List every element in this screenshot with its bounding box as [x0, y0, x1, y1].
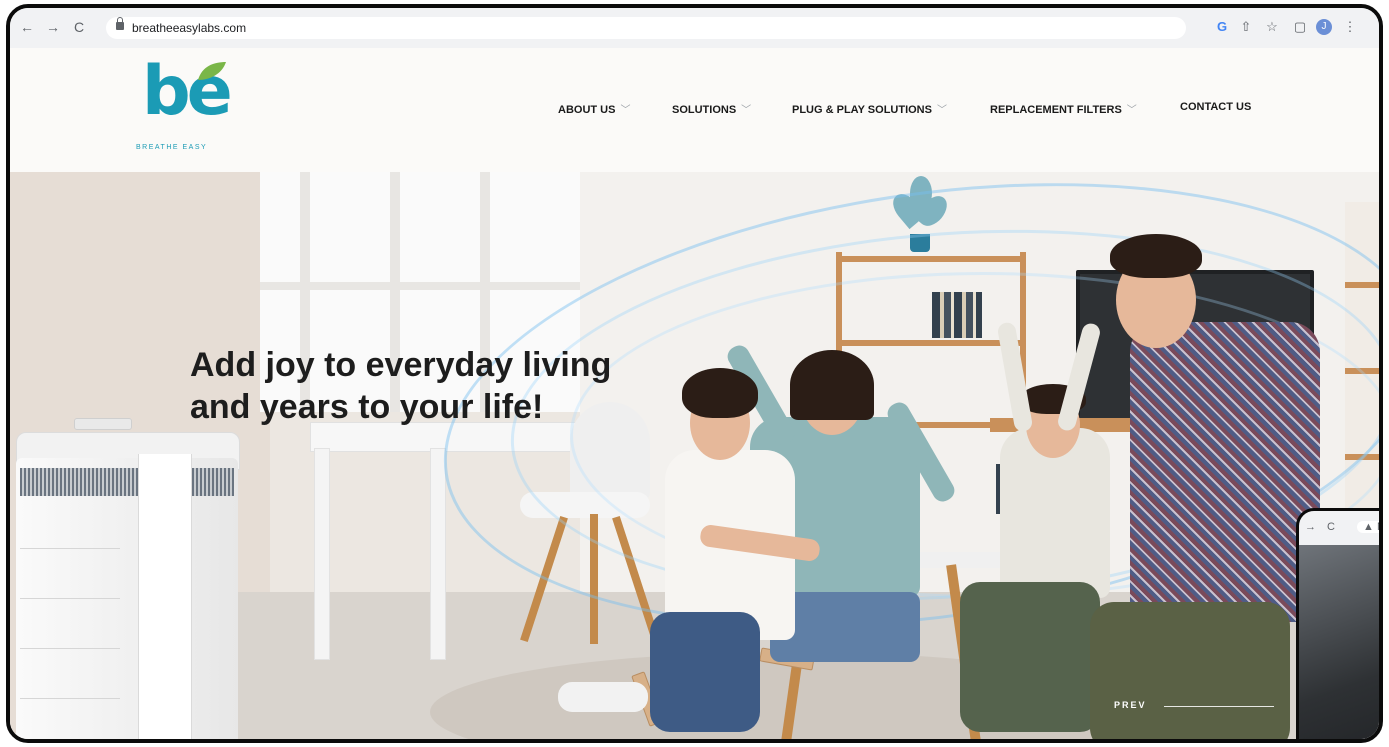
- bookmark-star-icon[interactable]: ☆: [1264, 19, 1280, 35]
- inset-screenshot: → C ▲ N: [1296, 508, 1379, 739]
- back-arrow-icon[interactable]: ←: [18, 18, 36, 36]
- inset-browser-bar: → C ▲ N: [1299, 511, 1379, 545]
- hero-headline-line1: Add joy to everyday living: [190, 346, 612, 384]
- nav-label: ABOUT US: [558, 104, 616, 116]
- address-bar[interactable]: breatheeasylabs.com: [106, 17, 1186, 39]
- air-purifier-product: [16, 418, 240, 739]
- browser-toolbar: ← → C breatheeasylabs.com G ⇧ ☆ ▢ J ⋮: [10, 8, 1379, 49]
- hero-banner: Add joy to everyday living and years to …: [10, 172, 1379, 739]
- leaf-icon: [198, 62, 226, 80]
- menu-kebab-icon[interactable]: ⋮: [1342, 19, 1358, 35]
- slider-prev-button[interactable]: PREV: [1114, 700, 1147, 710]
- inset-reload-icon: C: [1327, 521, 1335, 533]
- browser-frame: ← → C breatheeasylabs.com G ⇧ ☆ ▢ J ⋮ be…: [6, 4, 1383, 743]
- nav-item-about-us[interactable]: ABOUT US ﹀: [558, 101, 630, 116]
- forward-arrow-icon[interactable]: →: [44, 18, 62, 36]
- share-icon[interactable]: ⇧: [1238, 19, 1254, 35]
- logo-tagline: BREATHE EASY: [136, 144, 208, 151]
- side-panel-icon[interactable]: ▢: [1292, 19, 1308, 35]
- nav-label: PLUG & PLAY SOLUTIONS: [792, 104, 932, 116]
- profile-avatar-icon[interactable]: J: [1316, 19, 1332, 35]
- nav-item-replacement-filters[interactable]: REPLACEMENT FILTERS ﹀: [990, 101, 1137, 116]
- nav-label: SOLUTIONS: [672, 104, 737, 116]
- purifier-control: [74, 418, 132, 430]
- slider-progress-line: [1164, 706, 1274, 707]
- desk-leg: [314, 448, 330, 660]
- inset-address: ▲ N: [1357, 521, 1379, 533]
- site-header: be BREATHE EASY ABOUT US ﹀ SOLUTIONS ﹀ PLU…: [10, 48, 1379, 172]
- inset-arrow-icon: →: [1305, 521, 1316, 533]
- chevron-down-icon: ﹀: [620, 105, 631, 116]
- nav-item-plug-play-solutions[interactable]: PLUG & PLAY SOLUTIONS ﹀: [792, 101, 947, 116]
- nav-label: REPLACEMENT FILTERS: [990, 104, 1122, 116]
- hero-headline: Add joy to everyday living and years to …: [190, 344, 611, 428]
- google-icon[interactable]: G: [1214, 19, 1230, 35]
- chevron-down-icon: ﹀: [741, 105, 752, 116]
- desk-leg: [430, 448, 446, 660]
- chevron-down-icon: ﹀: [936, 105, 947, 116]
- nav-label: CONTACT US: [1180, 101, 1252, 113]
- brand-logo[interactable]: be BREATHE EASY: [130, 52, 240, 158]
- nav-item-solutions[interactable]: SOLUTIONS ﹀: [672, 101, 751, 116]
- inset-image: [1299, 545, 1379, 739]
- url-text: breatheeasylabs.com: [132, 21, 247, 35]
- hero-headline-line2: and years to your life!: [190, 388, 544, 426]
- reload-icon[interactable]: C: [70, 18, 88, 36]
- lock-icon: [116, 17, 124, 30]
- chevron-down-icon: ﹀: [1126, 105, 1137, 116]
- nav-item-contact-us[interactable]: CONTACT US: [1180, 101, 1251, 113]
